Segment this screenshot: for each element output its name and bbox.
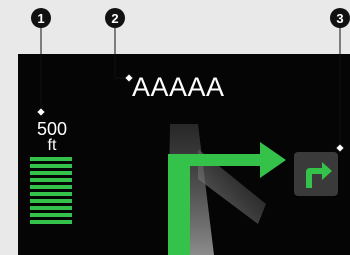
nav-guidance-diagram: 1 2 3 AAAAA 500 ft	[0, 0, 350, 255]
callout-leader-lines	[36, 28, 345, 153]
